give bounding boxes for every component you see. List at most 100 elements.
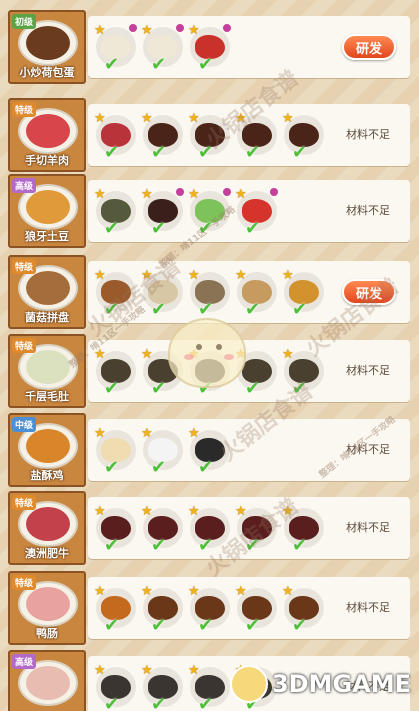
star-icon: ★ bbox=[188, 663, 200, 678]
checkmark-icon: ✔ bbox=[151, 535, 167, 556]
meat-icon[interactable]: ★ ✔ bbox=[94, 111, 136, 163]
food-icon bbox=[26, 190, 70, 224]
insufficient-materials-label: 材料不足 bbox=[346, 521, 390, 534]
checkmark-icon: ✔ bbox=[292, 535, 308, 556]
mushroom-icon[interactable]: ★ ✔ bbox=[94, 268, 136, 320]
beef-icon[interactable]: ★ ✔ bbox=[94, 504, 136, 556]
duck-icon[interactable]: ★ ✔ bbox=[94, 584, 136, 636]
checkmark-icon: ✔ bbox=[245, 535, 261, 556]
dish-image[interactable]: 特级 澳洲肥牛 bbox=[8, 491, 86, 565]
chicken-icon[interactable]: ★ ✔ bbox=[94, 426, 136, 478]
ingredient-panel: ★✔★✔★✔★✔★✔材料不足 bbox=[88, 104, 410, 166]
duck-icon[interactable]: ★ ✔ bbox=[141, 584, 183, 636]
checkmark-icon: ✔ bbox=[198, 615, 214, 636]
dish-image[interactable]: 高级 bbox=[8, 650, 86, 711]
grade-badge: 特级 bbox=[12, 259, 37, 274]
mushroom-icon[interactable]: ★ ✔ bbox=[94, 23, 137, 75]
star-icon: ★ bbox=[141, 504, 153, 519]
insufficient-materials-label: 材料不足 bbox=[346, 443, 390, 456]
dish-name: 盐酥鸡 bbox=[30, 469, 64, 482]
star-icon: ★ bbox=[141, 663, 153, 678]
star-icon: ★ bbox=[141, 347, 153, 362]
pepper-icon[interactable]: ★ ✔ bbox=[235, 187, 278, 239]
checkmark-icon: ✔ bbox=[292, 299, 308, 320]
star-icon: ★ bbox=[141, 187, 153, 202]
insufficient-materials-label: 材料不足 bbox=[346, 128, 390, 141]
ingredient-panel: ★✔★✔★✔★✔★✔材料不足 bbox=[88, 340, 410, 402]
mascot-face-icon bbox=[229, 665, 268, 703]
seaweed-icon[interactable]: ★ ✔ bbox=[94, 187, 136, 239]
bok-choy-icon[interactable]: ★ ✔ bbox=[188, 187, 231, 239]
checkmark-icon: ✔ bbox=[104, 535, 120, 556]
tripe-icon[interactable]: ★✔ bbox=[94, 663, 136, 711]
checkmark-icon: ✔ bbox=[104, 299, 120, 320]
star-icon: ★ bbox=[188, 426, 200, 441]
tripe-icon[interactable]: ★✔ bbox=[188, 663, 230, 711]
dish-image[interactable]: 特级千层毛肚 bbox=[8, 334, 86, 408]
checkmark-icon: ✔ bbox=[151, 54, 167, 75]
oil-icon[interactable]: ★ ✔ bbox=[188, 426, 230, 478]
checkmark-icon: ✔ bbox=[151, 694, 167, 711]
checkmark-icon: ✔ bbox=[104, 615, 120, 636]
star-icon: ★ bbox=[94, 584, 106, 599]
mushroom-icon[interactable]: ★ ✔ bbox=[141, 23, 184, 75]
dish-image[interactable]: 高级 狼牙土豆 bbox=[8, 174, 86, 248]
checkmark-icon: ✔ bbox=[245, 378, 261, 399]
beef-icon[interactable]: ★ ✔ bbox=[188, 504, 230, 556]
dish-name: 千层毛肚 bbox=[25, 390, 69, 403]
star-icon: ★ bbox=[94, 504, 106, 519]
grade-badge: 高级 bbox=[12, 654, 37, 669]
dish-image[interactable]: 特级 菌菇拼盘 bbox=[8, 255, 86, 329]
dish-name: 鸭肠 bbox=[36, 627, 58, 640]
chili-icon[interactable]: ★ ✔ bbox=[188, 23, 231, 75]
star-icon: ★ bbox=[188, 187, 200, 202]
ingredient-panel: ★ ✔ ★ ✔ ★ ✔ 研发 bbox=[88, 16, 410, 78]
recipe-row: 中级 盐酥鸡 ★ ✔ ★ ✔ ★ ✔ 材料不足 bbox=[8, 413, 410, 487]
checkmark-icon: ✔ bbox=[151, 457, 167, 478]
beef-icon[interactable]: ★ ✔ bbox=[141, 504, 183, 556]
develop-button[interactable]: 研发 bbox=[342, 34, 396, 60]
notification-dot-icon bbox=[176, 188, 184, 196]
grade-badge: 初级 bbox=[12, 14, 37, 29]
checkmark-icon: ✔ bbox=[151, 615, 167, 636]
dish-image[interactable]: 中级 盐酥鸡 bbox=[8, 413, 86, 487]
duck-icon[interactable]: ★ ✔ bbox=[282, 584, 324, 636]
develop-button[interactable]: 研发 bbox=[342, 279, 396, 305]
tripe-icon[interactable]: ★✔ bbox=[94, 347, 136, 399]
checkmark-icon: ✔ bbox=[104, 457, 120, 478]
checkmark-icon: ✔ bbox=[104, 378, 120, 399]
ingredient-panel: ★✔★✔★✔★✔★✔材料不足 bbox=[88, 497, 410, 559]
checkmark-icon: ✔ bbox=[198, 694, 214, 711]
flour-icon[interactable]: ★ ✔ bbox=[141, 426, 183, 478]
notification-dot-icon bbox=[223, 188, 231, 196]
checkmark-icon: ✔ bbox=[292, 378, 308, 399]
liver-icon[interactable]: ★ ✔ bbox=[235, 111, 277, 163]
star-icon: ★ bbox=[141, 584, 153, 599]
dish-image[interactable]: 初级 小炒荷包蛋 bbox=[8, 10, 86, 84]
grade-badge: 特级 bbox=[12, 575, 37, 590]
dish-image[interactable]: 特级 手切羊肉 bbox=[8, 98, 86, 172]
liver-icon[interactable]: ★ ✔ bbox=[188, 111, 230, 163]
tripe-icon[interactable]: ★✔ bbox=[141, 663, 183, 711]
star-icon: ★ bbox=[94, 663, 106, 678]
mushroom-icon[interactable]: ★ ✔ bbox=[282, 268, 324, 320]
enoki-icon[interactable]: ★ ✔ bbox=[141, 268, 183, 320]
grade-badge: 特级 bbox=[12, 102, 37, 117]
mushroom-icon[interactable]: ★ ✔ bbox=[235, 268, 277, 320]
liver-icon[interactable]: ★ ✔ bbox=[282, 111, 324, 163]
logo-text: 3DMGAME bbox=[271, 670, 411, 698]
duck-icon[interactable]: ★ ✔ bbox=[188, 584, 230, 636]
tripe-icon[interactable]: ★✔ bbox=[282, 347, 324, 399]
sauce-bottle-icon[interactable]: ★ ✔ bbox=[141, 187, 184, 239]
beef-icon[interactable]: ★ ✔ bbox=[282, 504, 324, 556]
notification-dot-icon bbox=[176, 24, 184, 32]
liver-icon[interactable]: ★ ✔ bbox=[141, 111, 183, 163]
grade-badge: 特级 bbox=[12, 338, 37, 353]
food-icon bbox=[26, 271, 70, 305]
duck-icon[interactable]: ★ ✔ bbox=[235, 584, 277, 636]
oyster-mushroom-icon[interactable]: ★ ✔ bbox=[188, 268, 230, 320]
beef-icon[interactable]: ★ ✔ bbox=[235, 504, 277, 556]
dish-image[interactable]: 特级鸭肠 bbox=[8, 571, 86, 645]
star-icon: ★ bbox=[141, 111, 153, 126]
recipe-row: 初级 小炒荷包蛋 ★ ✔ ★ ✔ ★ ✔ 研发 bbox=[8, 10, 410, 84]
